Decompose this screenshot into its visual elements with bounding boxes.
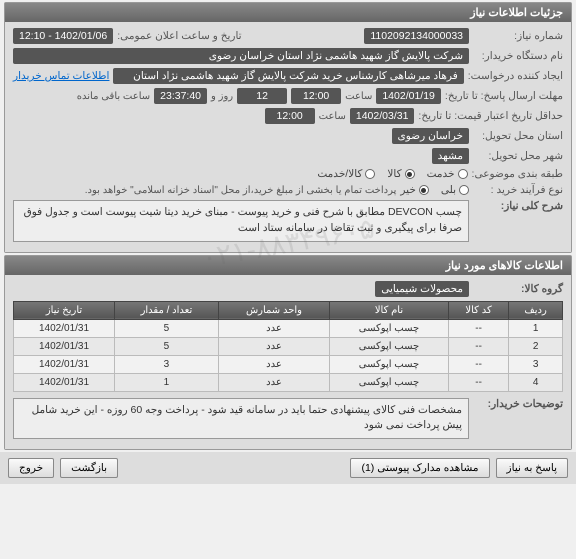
cell-unit: عدد [218, 319, 329, 337]
col-row: ردیف [509, 301, 563, 319]
cell-code: -- [448, 373, 508, 391]
province-label: استان محل تحویل: [473, 130, 563, 142]
cell-date: 1402/01/31 [14, 319, 115, 337]
buyer: شرکت پالایش گاز شهید هاشمی نژاد استان خر… [13, 48, 469, 64]
need-no-label: شماره نیاز: [473, 30, 563, 42]
cell-unit: عدد [218, 355, 329, 373]
group-label: گروه کالا: [473, 283, 563, 295]
time-left: 23:37:40 [154, 88, 207, 104]
notes-label: توضیحات خریدار: [473, 398, 563, 410]
footer-bar: پاسخ به نیاز مشاهده مدارک پیوستی (1) باز… [0, 452, 576, 484]
buyer-label: نام دستگاه خریدار: [473, 50, 563, 62]
cell-unit: عدد [218, 337, 329, 355]
cell-name: چسب اپوکسی [330, 355, 449, 373]
buyer-notes: مشخصات فنی کالای پیشنهادی حتما باید در س… [13, 398, 469, 440]
cell-name: چسب اپوکسی [330, 319, 449, 337]
cell-code: -- [448, 355, 508, 373]
respond-button[interactable]: پاسخ به نیاز [496, 458, 568, 478]
table-row[interactable]: 4--چسب اپوکسیعدد11402/01/31 [14, 373, 563, 391]
city: مشهد [432, 148, 469, 164]
cell-date: 1402/01/31 [14, 373, 115, 391]
time-label2: ساعت [319, 111, 346, 122]
deadline-label: مهلت ارسال پاسخ: تا تاریخ: [445, 90, 563, 102]
time-label1: ساعت [345, 91, 372, 102]
cat-goods-label: کالا [387, 168, 401, 180]
cell-qty: 5 [115, 319, 219, 337]
city-label: شهر محل تحویل: [473, 150, 563, 162]
cat-both-label: کالا/خدمت [317, 168, 362, 180]
need-no: 1102092134000033 [364, 28, 469, 44]
need-info-panel: جزئیات اطلاعات نیاز شماره نیاز: 11020921… [4, 2, 572, 253]
process-label: نوع فرآیند خرید : [473, 184, 563, 196]
province: خراسان رضوی [392, 128, 469, 144]
attachments-button[interactable]: مشاهده مدارک پیوستی (1) [350, 458, 489, 478]
cell-n: 1 [509, 319, 563, 337]
panel1-title: جزئیات اطلاعات نیاز [5, 3, 571, 22]
announce-label: تاریخ و ساعت اعلان عمومی: [117, 30, 241, 42]
process-no-label: خیر [400, 184, 415, 196]
hour-label: ساعت باقی مانده [77, 91, 150, 102]
desc-text: چسب DEVCON مطابق با شرح فنی و خرید پیوست… [13, 200, 469, 242]
day-label: روز و [211, 91, 233, 102]
contact-link[interactable]: اطلاعات تماس خریدار [13, 70, 109, 82]
cell-qty: 1 [115, 373, 219, 391]
cat-goods-radio[interactable]: کالا [387, 168, 414, 180]
announce-value: 1402/01/06 - 12:10 [13, 28, 113, 44]
deadline-time: 12:00 [291, 88, 341, 104]
table-row[interactable]: 2--چسب اپوکسیعدد51402/01/31 [14, 337, 563, 355]
back-button[interactable]: بازگشت [60, 458, 118, 478]
cell-date: 1402/01/31 [14, 337, 115, 355]
category-label: طبقه بندی موضوعی: [472, 168, 563, 180]
goods-panel: اطلاعات کالاهای مورد نیاز گروه کالا: محص… [4, 255, 572, 451]
col-unit: واحد شمارش [218, 301, 329, 319]
cat-service-label: خدمت [427, 168, 455, 180]
cell-code: -- [448, 319, 508, 337]
cell-n: 3 [509, 355, 563, 373]
cat-both-radio[interactable]: کالا/خدمت [317, 168, 375, 180]
col-code: کد کالا [448, 301, 508, 319]
goods-table: ردیف کد کالا نام کالا واحد شمارش تعداد /… [13, 301, 563, 392]
col-date: تاریخ نیاز [14, 301, 115, 319]
process-note: پرداخت تمام یا بخشی از مبلغ خرید،از محل … [85, 185, 397, 196]
days-left: 12 [237, 88, 287, 104]
validity-label: حداقل تاریخ اعتبار قیمت: تا تاریخ: [418, 110, 563, 122]
panel2-title: اطلاعات کالاهای مورد نیاز [5, 256, 571, 275]
table-row[interactable]: 3--چسب اپوکسیعدد31402/01/31 [14, 355, 563, 373]
cell-n: 4 [509, 373, 563, 391]
cell-name: چسب اپوکسی [330, 337, 449, 355]
table-row[interactable]: 1--چسب اپوکسیعدد51402/01/31 [14, 319, 563, 337]
process-yes-radio[interactable]: بلی [441, 184, 469, 196]
group-value: محصولات شیمیایی [375, 281, 469, 297]
cell-name: چسب اپوکسی [330, 373, 449, 391]
col-name: نام کالا [330, 301, 449, 319]
cell-n: 2 [509, 337, 563, 355]
process-yes-label: بلی [441, 184, 456, 196]
cell-code: -- [448, 337, 508, 355]
cell-date: 1402/01/31 [14, 355, 115, 373]
deadline-date: 1402/01/19 [376, 88, 441, 104]
validity-date: 1402/03/31 [350, 108, 415, 124]
cell-unit: عدد [218, 373, 329, 391]
creator-label: ایجاد کننده درخواست: [468, 70, 563, 82]
cat-service-radio[interactable]: خدمت [427, 168, 468, 180]
exit-button[interactable]: خروج [8, 458, 54, 478]
desc-label: شرح کلی نیاز: [473, 200, 563, 212]
col-qty: تعداد / مقدار [115, 301, 219, 319]
creator: فرهاد میرشاهی کارشناس خرید شرکت پالایش گ… [113, 68, 463, 84]
validity-time: 12:00 [265, 108, 315, 124]
process-no-radio[interactable]: خیر [400, 184, 428, 196]
cell-qty: 5 [115, 337, 219, 355]
cell-qty: 3 [115, 355, 219, 373]
